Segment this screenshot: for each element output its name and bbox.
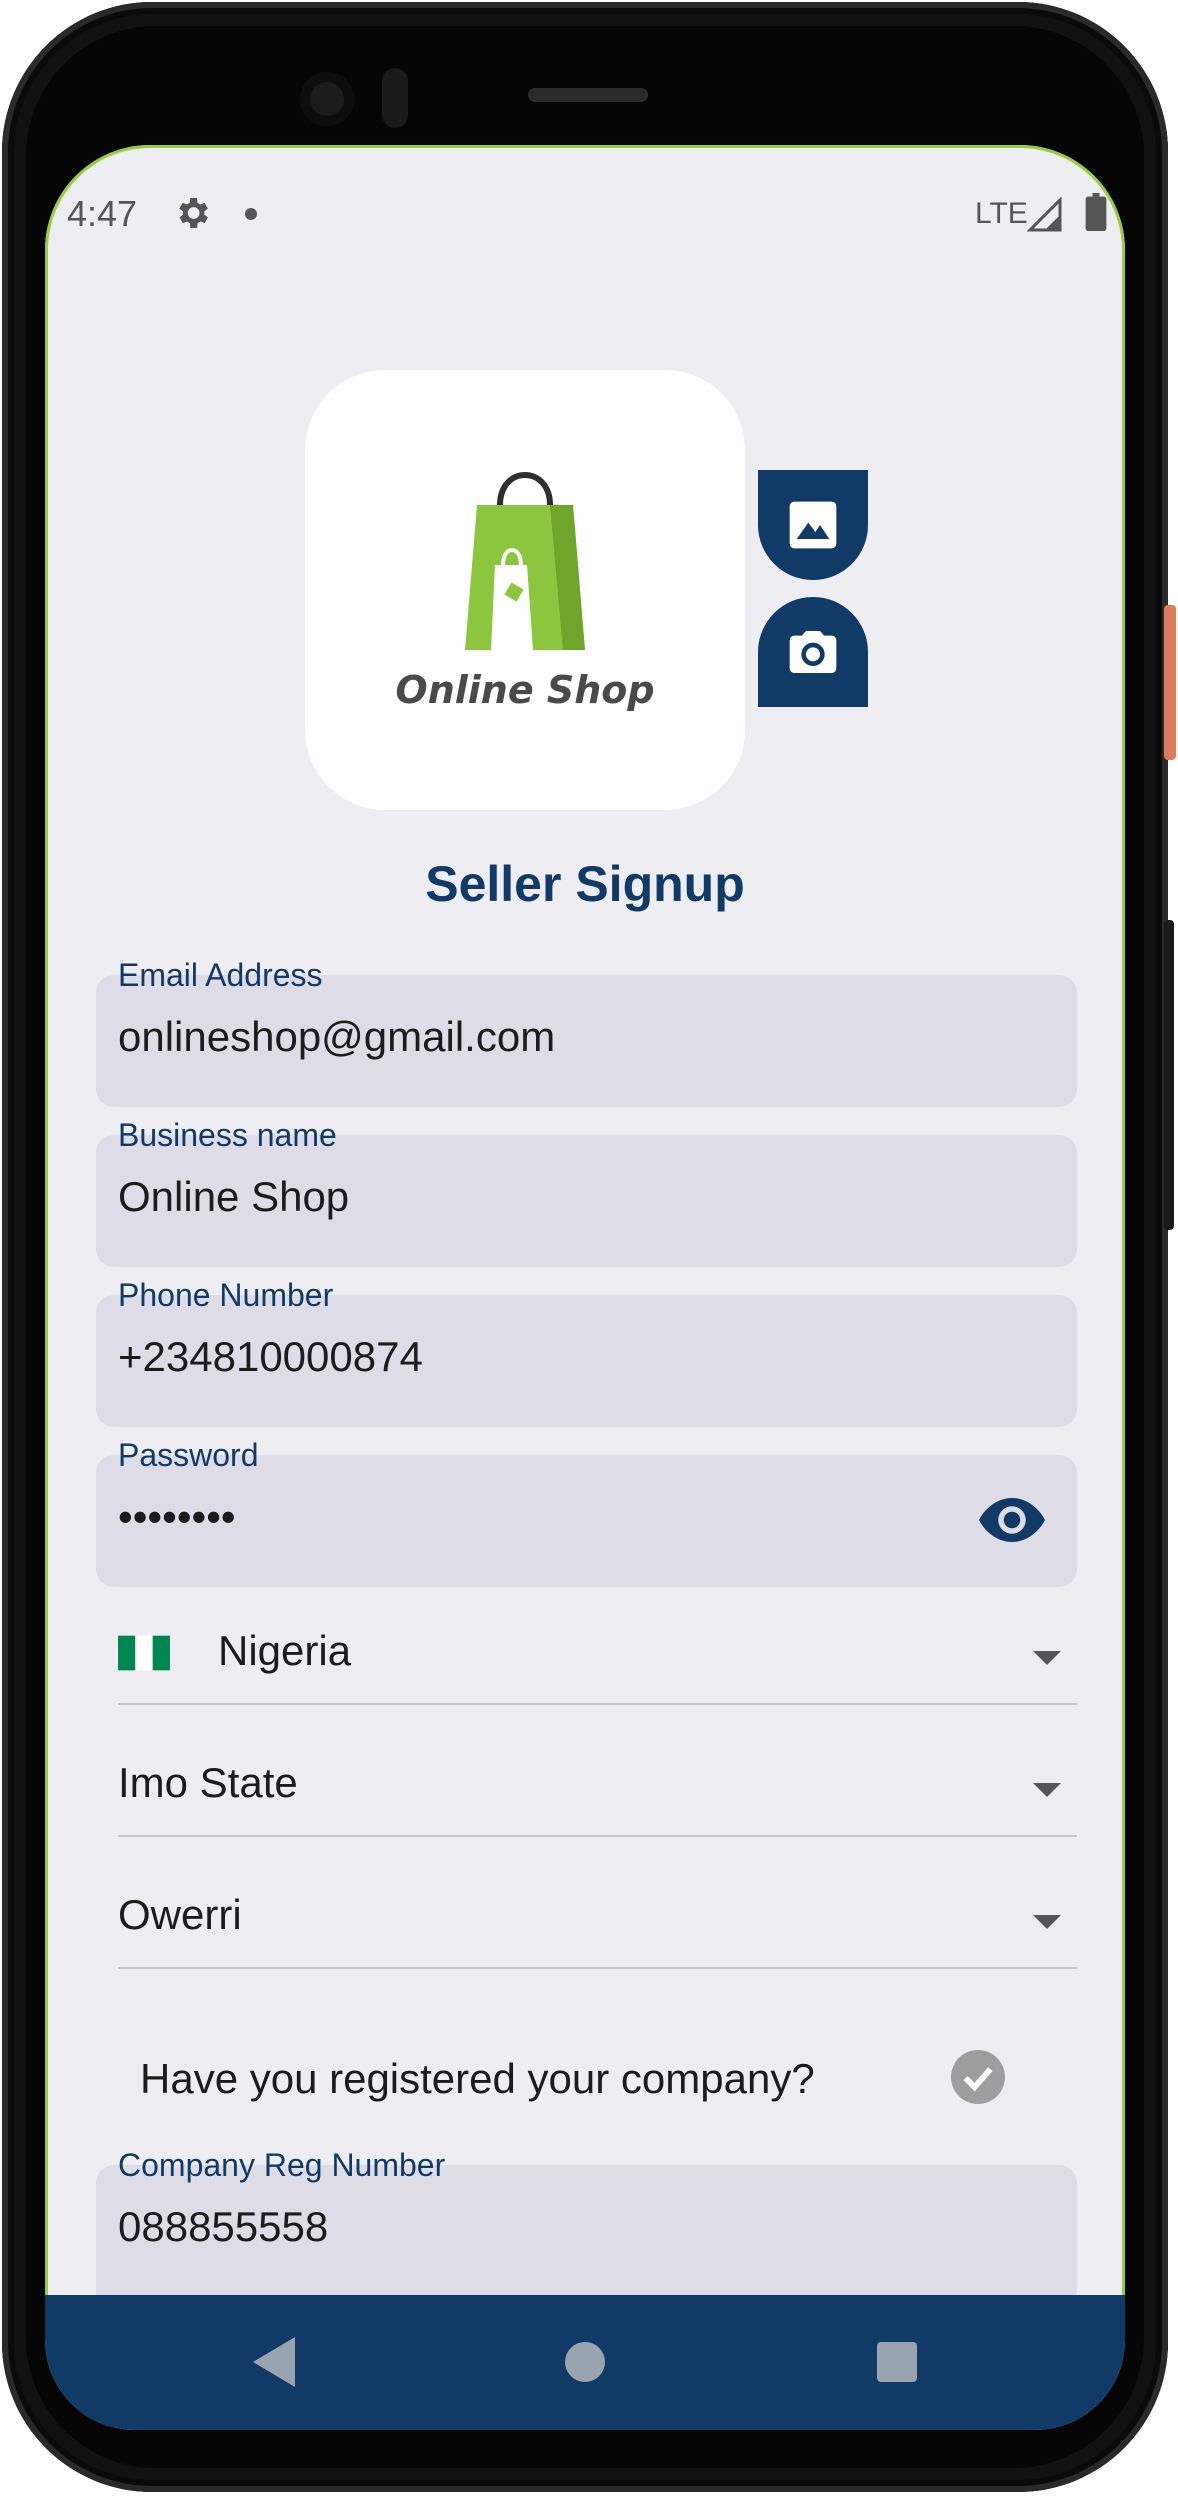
eye-icon[interactable]: [979, 1495, 1045, 1545]
company-reg-label: Company Reg Number: [118, 2147, 446, 2183]
business-name-field[interactable]: Online Shop: [96, 1135, 1077, 1267]
password-field[interactable]: ••••••••: [96, 1455, 1077, 1587]
signal-icon: [1027, 197, 1062, 232]
recents-icon[interactable]: [877, 2342, 917, 2382]
phone-label: Phone Number: [118, 1277, 334, 1313]
camera-button[interactable]: [758, 597, 868, 707]
check-circle-icon[interactable]: [951, 2050, 1005, 2104]
status-time: 4:47: [67, 193, 138, 234]
country-value: Nigeria: [218, 1627, 352, 1674]
email-field[interactable]: onlineshop@gmail.com: [96, 975, 1077, 1107]
camera-icon: [789, 631, 837, 673]
image-icon: [789, 501, 837, 549]
password-label: Password: [118, 1437, 259, 1473]
volume-button: [1164, 920, 1174, 1230]
nigeria-flag-icon: [118, 1635, 170, 1671]
chevron-down-icon: [1033, 1783, 1061, 1797]
gear-icon: [179, 198, 208, 228]
state-value: Imo State: [118, 1759, 298, 1806]
navigation-bar: [45, 2295, 1125, 2430]
logo-text: Online Shop: [395, 668, 655, 712]
back-icon[interactable]: [253, 2337, 295, 2387]
app-screen: 4:47 LTE Online Shop Seller Signup onlin…: [45, 145, 1125, 2430]
power-button: [1164, 605, 1176, 760]
company-reg-value: 088855558: [118, 2203, 329, 2250]
proximity-sensor: [382, 68, 408, 128]
company-reg-field[interactable]: 088855558: [96, 2165, 1077, 2295]
gallery-button[interactable]: [758, 470, 868, 580]
page-title: Seller Signup: [425, 856, 745, 912]
chevron-down-icon: [1033, 1651, 1061, 1665]
password-value: ••••••••: [118, 1493, 236, 1540]
network-type: LTE: [975, 197, 1028, 230]
state-dropdown[interactable]: Imo State: [118, 1745, 1077, 1837]
email-value: onlineshop@gmail.com: [118, 1013, 556, 1060]
battery-icon: [1085, 193, 1107, 231]
shop-logo[interactable]: Online Shop: [305, 370, 745, 810]
business-name-value: Online Shop: [118, 1173, 350, 1220]
shopping-bag-icon: [465, 472, 585, 650]
city-dropdown[interactable]: Owerri: [118, 1877, 1077, 1969]
country-dropdown[interactable]: Nigeria: [118, 1613, 1077, 1705]
phone-value: +234810000874: [118, 1333, 423, 1380]
chevron-down-icon: [1033, 1915, 1061, 1929]
company-registered-question: Have you registered your company?: [140, 2055, 815, 2102]
email-label: Email Address: [118, 957, 323, 993]
phone-field[interactable]: +234810000874: [96, 1295, 1077, 1427]
earpiece-speaker: [528, 88, 648, 102]
notification-dot-icon: [245, 208, 257, 220]
business-name-label: Business name: [118, 1117, 337, 1153]
front-camera: [300, 72, 354, 126]
home-icon[interactable]: [565, 2342, 605, 2382]
city-value: Owerri: [118, 1891, 242, 1938]
